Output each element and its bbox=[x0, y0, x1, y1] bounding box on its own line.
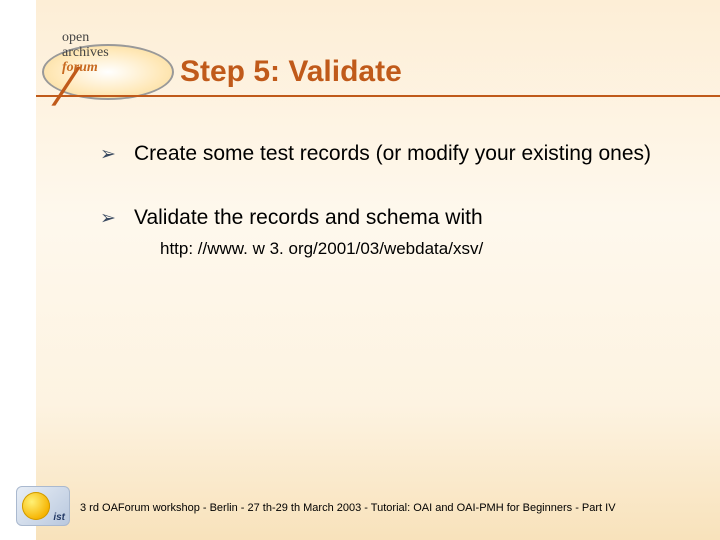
logo-text: open archives forum bbox=[62, 30, 109, 75]
content-area: ➢ Create some test records (or modify yo… bbox=[100, 140, 660, 259]
bullet-2-text: Validate the records and schema with bbox=[134, 204, 660, 232]
ist-logo: ist bbox=[16, 486, 70, 526]
logo-line3: forum bbox=[62, 60, 109, 75]
logo-line2: archives bbox=[62, 45, 109, 60]
bullet-2: ➢ Validate the records and schema with bbox=[100, 204, 660, 232]
ist-logo-text: ist bbox=[53, 512, 65, 523]
slide: / open archives forum Step 5: Validate ➢… bbox=[0, 0, 720, 540]
bullet-arrow-icon: ➢ bbox=[100, 204, 134, 232]
logo-line1: open bbox=[62, 30, 109, 45]
oaforum-logo: / open archives forum bbox=[12, 22, 167, 102]
bullet-2-url: http: //www. w 3. org/2001/03/webdata/xs… bbox=[160, 239, 660, 259]
ist-logo-sun-icon bbox=[22, 492, 50, 520]
page-title: Step 5: Validate bbox=[180, 55, 402, 89]
footer-text: 3 rd OAForum workshop - Berlin - 27 th-2… bbox=[80, 502, 616, 514]
bullet-1: ➢ Create some test records (or modify yo… bbox=[100, 140, 660, 168]
title-underline bbox=[36, 95, 720, 97]
bullet-arrow-icon: ➢ bbox=[100, 140, 134, 168]
bullet-1-text: Create some test records (or modify your… bbox=[134, 140, 660, 168]
